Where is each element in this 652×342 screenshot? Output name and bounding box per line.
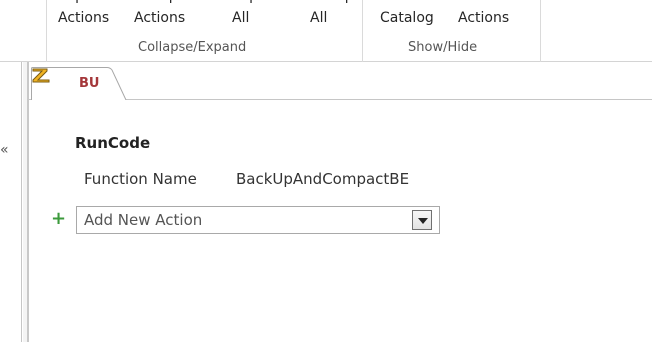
add-action-plus-icon: + xyxy=(51,208,67,229)
ribbon-group-show-hide: Catalog Actions Show/Hide xyxy=(362,0,540,62)
argument-value[interactable]: BackUpAndCompactBE xyxy=(236,170,409,188)
collapse-all-button[interactable]: All xyxy=(310,10,327,26)
macro-action-name[interactable]: RunCode xyxy=(75,134,150,152)
ribbon-group-collapse-expand: Actions Actions All All Collapse/Expand xyxy=(46,0,362,62)
expand-all-button[interactable]: All xyxy=(232,10,249,26)
collapse-actions-button[interactable]: Actions xyxy=(134,10,185,26)
ribbon-button-top-label: Action xyxy=(380,0,424,4)
macro-designer: RunCode Function Name BackUpAndCompactBE… xyxy=(29,100,652,342)
ribbon-button-top-label: All xyxy=(458,0,475,4)
tab-label: BU xyxy=(79,76,100,91)
dropdown-arrow-button[interactable] xyxy=(412,210,432,230)
add-new-action-combobox[interactable]: Add New Action xyxy=(76,206,440,234)
show-all-actions-button[interactable]: Actions xyxy=(458,10,509,26)
macro-scroll-icon xyxy=(32,68,50,83)
access-window: Actions Actions All All Collapse/Expand … xyxy=(0,0,652,342)
tab-macro-bu[interactable]: BU xyxy=(31,67,127,100)
ribbon-button-top-label: Expand xyxy=(58,0,110,4)
chevron-down-icon xyxy=(418,218,428,224)
argument-label: Function Name xyxy=(84,170,197,188)
navigation-pane: « xyxy=(0,62,22,342)
add-new-action-text: Add New Action xyxy=(84,211,203,229)
ribbon-button-top-label: Collapse xyxy=(310,0,370,4)
shutter-bar-toggle-icon[interactable]: « xyxy=(0,142,14,158)
ribbon-button-top-label: Collapse xyxy=(134,0,194,4)
ribbon: Actions Actions All All Collapse/Expand … xyxy=(0,0,652,62)
group-label-collapse-expand: Collapse/Expand xyxy=(138,40,247,55)
ribbon-button-top-label: Expand xyxy=(232,0,284,4)
expand-actions-button[interactable]: Actions xyxy=(58,10,109,26)
group-label-show-hide: Show/Hide xyxy=(408,40,478,55)
action-catalog-button[interactable]: Catalog xyxy=(380,10,434,26)
ribbon-separator xyxy=(540,0,541,62)
